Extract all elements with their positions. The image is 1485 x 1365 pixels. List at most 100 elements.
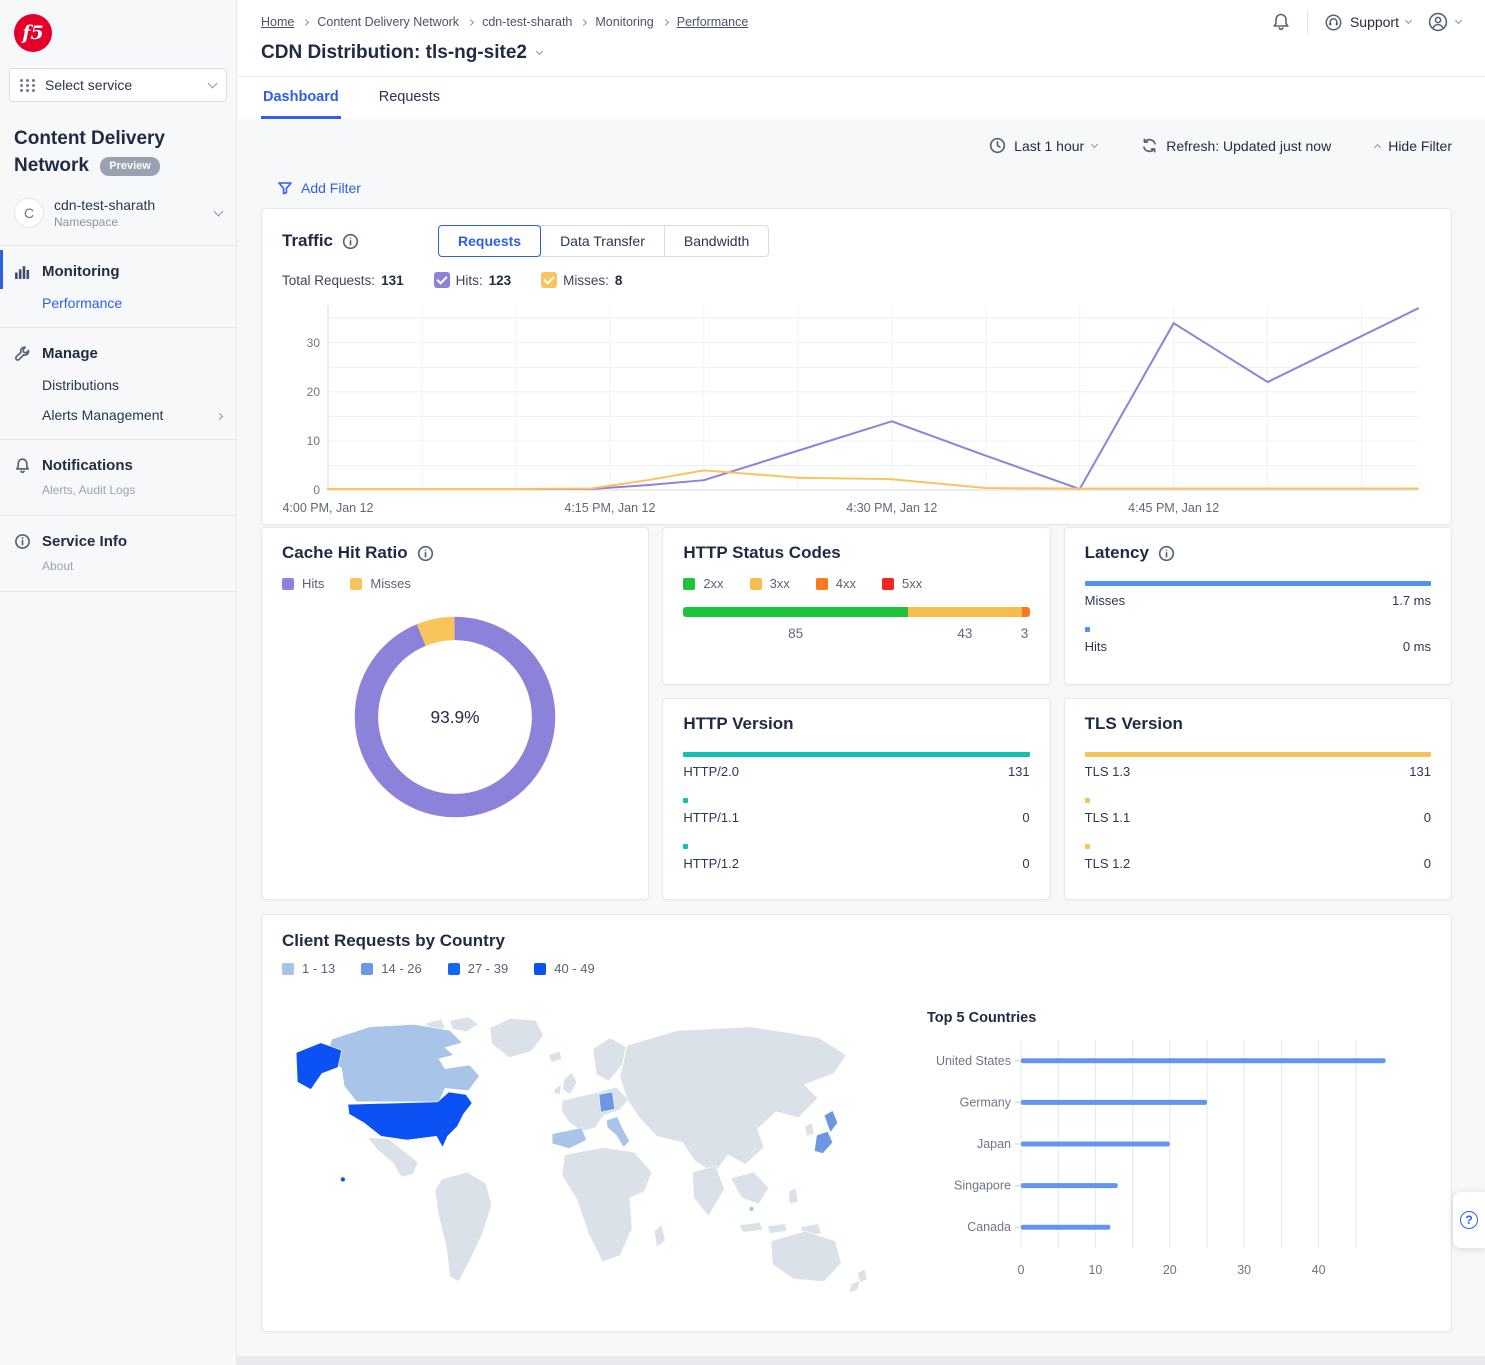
misses-checkbox[interactable] xyxy=(541,272,557,288)
traffic-view-data-transfer[interactable]: Data Transfer xyxy=(540,225,665,257)
latency-card: Latency Misses1.7 msHits0 ms xyxy=(1064,527,1452,685)
add-filter-label: Add Filter xyxy=(301,180,361,196)
breadcrumb-home[interactable]: Home xyxy=(261,15,294,29)
hide-filter-toggle[interactable]: Hide Filter xyxy=(1375,138,1452,154)
page-title: CDN Distribution: tls-ng-site2 xyxy=(261,42,527,64)
support-menu[interactable]: Support xyxy=(1324,13,1411,32)
info-icon[interactable] xyxy=(1158,545,1175,562)
add-filter-button[interactable]: Add Filter xyxy=(261,168,1452,208)
namespace-name: cdn-test-sharath xyxy=(54,197,155,213)
svg-text:United States: United States xyxy=(936,1054,1011,1068)
world-choropleth-map xyxy=(282,996,901,1316)
hits-value: 123 xyxy=(489,273,512,288)
hits-checkbox[interactable] xyxy=(434,272,450,288)
4xx-label: 4xx xyxy=(836,576,856,591)
3xx-swatch xyxy=(750,578,762,590)
map-country-japan-north[interactable] xyxy=(824,1110,838,1132)
breadcrumb-namespace[interactable]: cdn-test-sharath xyxy=(482,15,572,29)
main-area: Home Content Delivery Network cdn-test-s… xyxy=(237,0,1485,1365)
map-country-singapore[interactable] xyxy=(749,1206,754,1211)
traffic-view-bandwidth[interactable]: Bandwidth xyxy=(664,225,769,257)
traffic-title: Traffic xyxy=(282,231,333,251)
header-divider xyxy=(1307,10,1308,34)
refresh-button[interactable]: Refresh: Updated just now xyxy=(1141,137,1331,154)
svg-text:0: 0 xyxy=(1018,1263,1025,1277)
hits-legend-label: Hits xyxy=(302,576,324,591)
bucket1-swatch xyxy=(282,963,294,975)
bucket1-label: 1 - 13 xyxy=(302,961,335,976)
breadcrumb-monitoring[interactable]: Monitoring xyxy=(595,15,653,29)
sidebar-item-monitoring[interactable]: Monitoring xyxy=(0,250,236,289)
tls-version-card: TLS Version TLS 1.3131TLS 1.10TLS 1.20 xyxy=(1064,698,1452,900)
total-requests-label: Total Requests: xyxy=(282,273,375,288)
sidebar-item-service-info[interactable]: Service Info xyxy=(0,520,236,559)
sidebar-item-label: Service Info xyxy=(42,533,127,550)
http-version-bars: HTTP/2.0131HTTP/1.10HTTP/1.20 xyxy=(683,752,1029,871)
notification-bell-icon[interactable] xyxy=(1271,12,1291,32)
bottom-strip xyxy=(237,1356,1485,1365)
info-icon[interactable] xyxy=(342,233,359,250)
sidebar-item-notifications[interactable]: Notifications xyxy=(0,444,236,483)
status-segment-4xx xyxy=(1022,607,1030,617)
account-menu[interactable] xyxy=(1427,11,1461,33)
bucket2-swatch xyxy=(361,963,373,975)
sidebar-item-distributions[interactable]: Distributions xyxy=(0,371,236,401)
map-country-italy[interactable] xyxy=(606,1117,629,1148)
breadcrumb-cdn[interactable]: Content Delivery Network xyxy=(317,15,459,29)
svg-text:4:00 PM, Jan 12: 4:00 PM, Jan 12 xyxy=(282,501,373,515)
map-continents xyxy=(368,1017,868,1293)
map-country-japan-south[interactable] xyxy=(814,1131,832,1153)
svg-text:0: 0 xyxy=(313,483,320,497)
map-country-alaska[interactable] xyxy=(296,1043,342,1090)
time-range-selector[interactable]: Last 1 hour xyxy=(989,137,1097,154)
sidebar-item-alerts-management[interactable]: Alerts Management xyxy=(0,401,163,431)
support-label: Support xyxy=(1350,14,1399,30)
map-country-canada[interactable] xyxy=(327,1024,480,1102)
world-map-container xyxy=(282,982,901,1321)
time-range-label: Last 1 hour xyxy=(1014,138,1084,154)
svg-text:20: 20 xyxy=(307,385,321,399)
chevron-right-icon xyxy=(467,18,474,25)
sidebar-item-performance[interactable]: Performance xyxy=(0,289,236,319)
user-avatar-icon xyxy=(1427,11,1449,33)
chevron-down-icon xyxy=(1091,140,1098,147)
chevron-down-icon xyxy=(208,79,218,89)
bucket3-swatch xyxy=(448,963,460,975)
help-button[interactable]: ? xyxy=(1453,1192,1485,1248)
map-country-germany[interactable] xyxy=(599,1092,615,1112)
headset-icon xyxy=(1324,13,1343,32)
refresh-icon xyxy=(1141,137,1158,154)
namespace-selector[interactable]: C cdn-test-sharath Namespace xyxy=(0,197,236,229)
tab-dashboard[interactable]: Dashboard xyxy=(261,77,341,119)
breadcrumb: Home Content Delivery Network cdn-test-s… xyxy=(261,15,748,29)
breadcrumb-performance[interactable]: Performance xyxy=(677,15,749,29)
chevron-right-icon xyxy=(216,413,223,420)
svg-text:4:45 PM, Jan 12: 4:45 PM, Jan 12 xyxy=(1128,501,1219,515)
f5-logo[interactable]: f5 xyxy=(14,14,52,52)
dashboard-content: Last 1 hour Refresh: Updated just now Hi… xyxy=(237,119,1485,1356)
http-version-title: HTTP Version xyxy=(683,714,793,734)
tab-requests[interactable]: Requests xyxy=(377,77,442,119)
svg-text:4:15 PM, Jan 12: 4:15 PM, Jan 12 xyxy=(564,501,655,515)
latency-bars: Misses1.7 msHits0 ms xyxy=(1085,581,1431,654)
map-country-spain[interactable] xyxy=(552,1128,586,1149)
sidebar-item-manage[interactable]: Manage xyxy=(0,332,236,371)
chevron-down-icon xyxy=(214,207,224,217)
cache-hit-ratio-card: Cache Hit Ratio Hits Misses 93.9% xyxy=(261,527,649,900)
svg-text:Singapore: Singapore xyxy=(954,1179,1011,1193)
map-country-hawaii[interactable] xyxy=(340,1177,345,1182)
svg-text:40: 40 xyxy=(1312,1263,1326,1277)
status-title: HTTP Status Codes xyxy=(683,543,840,563)
preview-badge: Preview xyxy=(100,157,160,176)
traffic-view-requests[interactable]: Requests xyxy=(438,225,541,257)
bucket3-label: 27 - 39 xyxy=(468,961,508,976)
status-segment-3xx xyxy=(908,607,1022,617)
5xx-label: 5xx xyxy=(902,576,922,591)
chevron-down-icon[interactable] xyxy=(536,48,543,55)
info-icon[interactable] xyxy=(417,545,434,562)
metric-row: TLS 1.20 xyxy=(1085,844,1431,871)
select-service-dropdown[interactable]: Select service xyxy=(9,68,227,102)
misses-swatch xyxy=(350,578,362,590)
misses-legend-label: Misses xyxy=(370,576,410,591)
page-header: Home Content Delivery Network cdn-test-s… xyxy=(237,0,1485,77)
